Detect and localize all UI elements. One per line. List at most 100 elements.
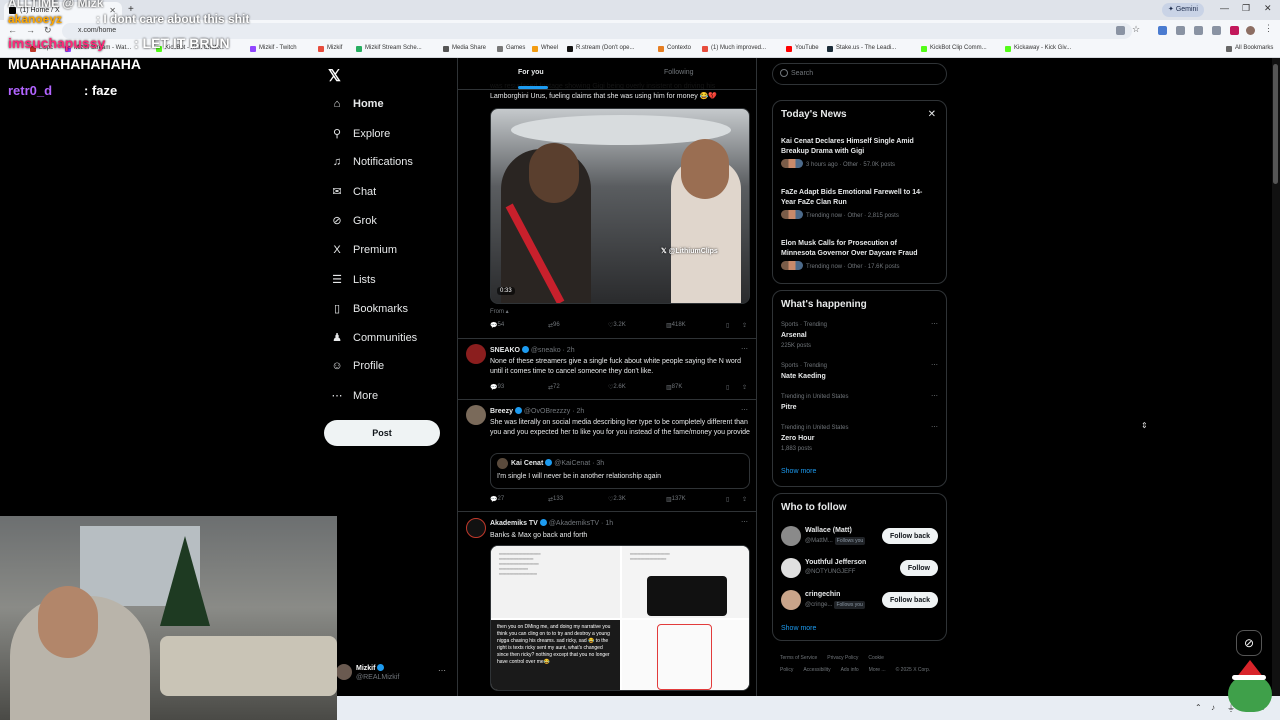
- author-name[interactable]: Akademiks TV: [490, 520, 538, 527]
- more-icon[interactable]: ⋯: [741, 345, 748, 353]
- footer-link[interactable]: More ...: [869, 667, 886, 673]
- all-bookmarks[interactable]: All Bookmarks: [1226, 45, 1273, 52]
- repost-button[interactable]: ⇄ 133: [548, 496, 563, 503]
- footer-link[interactable]: Accessibility: [803, 667, 830, 673]
- more-icon[interactable]: ⋯: [741, 406, 748, 414]
- author-name[interactable]: Breezy: [490, 408, 513, 415]
- more-icon[interactable]: ⋯: [741, 518, 748, 526]
- nav-item-chat[interactable]: ✉ Chat: [330, 185, 376, 207]
- nav-item-communities[interactable]: ♟ Communities: [330, 331, 417, 353]
- author-name[interactable]: SNEAKO: [490, 347, 520, 354]
- bookmark-item[interactable]: Kickaway - Kick Giv...: [1005, 45, 1071, 52]
- avatar[interactable]: [781, 558, 801, 578]
- nav-item-profile[interactable]: ☺ Profile: [330, 360, 384, 382]
- forward-icon[interactable]: →: [26, 25, 35, 35]
- share-icon[interactable]: ⇪: [742, 496, 747, 503]
- reply-button[interactable]: 💬 27: [490, 496, 504, 503]
- nav-item-explore[interactable]: ⚲ Explore: [330, 127, 390, 149]
- show-more-link[interactable]: Show more: [781, 625, 816, 632]
- avatar[interactable]: [466, 344, 486, 364]
- more-icon[interactable]: ⋯: [931, 361, 938, 369]
- tweet-image[interactable]: ━━━━━━━━━━━━━━━━━━━━━━━━━━━━━━━━━━━━━━━━…: [622, 546, 749, 618]
- nav-item-notifications[interactable]: ♫ Notifications: [330, 156, 413, 178]
- follow-button[interactable]: Follow back: [881, 592, 938, 608]
- like-button[interactable]: ♡ 2.6K: [608, 384, 626, 391]
- trend-name[interactable]: Pitre: [781, 404, 797, 411]
- trend-name[interactable]: Arsenal: [781, 332, 807, 339]
- like-button[interactable]: ♡ 2.3K: [608, 496, 626, 503]
- quote-tweet[interactable]: Kai Cenat @KaiCenat · 3h I'm single I wi…: [490, 453, 750, 489]
- repost-button[interactable]: ⇄ 72: [548, 384, 560, 391]
- views-button[interactable]: ▥ 87K: [666, 384, 682, 391]
- news-headline[interactable]: Kai Cenat Declares Himself Single Amid B…: [781, 137, 931, 157]
- views-button[interactable]: ▥ 137K: [666, 496, 686, 503]
- follow-button[interactable]: Follow back: [881, 528, 938, 544]
- footer-link[interactable]: Privacy Policy: [827, 655, 858, 661]
- nav-item-bookmarks[interactable]: ▯ Bookmarks: [330, 302, 408, 324]
- tab-following[interactable]: Following: [664, 69, 694, 76]
- avatar[interactable]: [466, 405, 486, 425]
- sidepanel-icon[interactable]: [1212, 26, 1221, 35]
- footer-link[interactable]: Terms of Service: [780, 655, 817, 661]
- views-button[interactable]: ▥ 418K: [666, 322, 686, 329]
- bookmark-item[interactable]: Media Share: [443, 45, 486, 52]
- browser-profile-avatar[interactable]: [1246, 26, 1255, 35]
- repost-button[interactable]: ⇄ 96: [548, 322, 560, 329]
- tab-for-you[interactable]: For you: [518, 69, 544, 76]
- extension-icon[interactable]: [1158, 26, 1167, 35]
- nav-item-premium[interactable]: X Premium: [330, 244, 397, 266]
- more-icon[interactable]: ⋯: [438, 666, 446, 675]
- close-icon[interactable]: ✕: [928, 109, 936, 120]
- reply-button[interactable]: 💬 93: [490, 384, 504, 391]
- mic-icon[interactable]: ♪: [1211, 703, 1215, 712]
- post-button[interactable]: Post: [324, 420, 440, 446]
- gemini-button[interactable]: ✦ Gemini: [1162, 3, 1204, 17]
- download-icon[interactable]: [1194, 26, 1203, 35]
- avatar[interactable]: [781, 590, 801, 610]
- bookmark-item[interactable]: (1) Much improved...: [702, 45, 766, 52]
- minimize-icon[interactable]: —: [1220, 3, 1229, 13]
- bookmark-item[interactable]: Mizkif - Twitch: [250, 45, 297, 52]
- bookmark-item[interactable]: YouTube: [786, 45, 819, 52]
- footer-link[interactable]: © 2025 X Corp.: [896, 667, 931, 673]
- trend-name[interactable]: Zero Hour: [781, 435, 814, 442]
- more-icon[interactable]: ⋯: [931, 423, 938, 431]
- grok-icon[interactable]: ⊘: [1236, 630, 1262, 656]
- bookmark-item[interactable]: R.stream (Don't ope...: [567, 45, 635, 52]
- bookmark-icon[interactable]: ▯: [726, 496, 729, 503]
- profile-extension-icon[interactable]: [1230, 26, 1239, 35]
- search-input[interactable]: Search: [772, 63, 947, 85]
- more-icon[interactable]: ⋯: [931, 320, 938, 328]
- avatar[interactable]: [466, 518, 486, 538]
- footer-link[interactable]: Ads info: [841, 667, 859, 673]
- share-icon[interactable]: ⇪: [742, 322, 747, 329]
- follow-suggestion-name[interactable]: Youthful Jefferson: [805, 559, 866, 566]
- back-icon[interactable]: ←: [8, 25, 17, 35]
- tweet-image[interactable]: then you on DMing me, and doing my narra…: [491, 620, 620, 690]
- account-switcher[interactable]: Mizkif @REALMizkif ⋯: [336, 662, 446, 688]
- bookmark-icon[interactable]: ▯: [726, 322, 729, 329]
- from-label[interactable]: From ▴: [490, 308, 509, 315]
- bookmark-icon[interactable]: ▯: [726, 384, 729, 391]
- avatar[interactable]: [781, 526, 801, 546]
- bookmark-item[interactable]: Stake.us - The Leadi...: [827, 45, 896, 52]
- show-more-link[interactable]: Show more: [781, 468, 816, 475]
- follow-suggestion-name[interactable]: Wallace (Matt): [805, 527, 852, 534]
- trend-name[interactable]: Nate Kaeding: [781, 373, 826, 380]
- scrollbar-thumb[interactable]: [1273, 64, 1278, 184]
- nav-item-more[interactable]: ⋯ More: [330, 389, 379, 411]
- tweet-image[interactable]: ━━━━━━━━━━━━━━━━━━━━━━━━━━━━━━━━━━━━━━━━…: [491, 546, 620, 618]
- bookmark-item[interactable]: KickBot Clip Comm...: [921, 45, 987, 52]
- star-icon[interactable]: ☆: [1132, 24, 1141, 34]
- more-icon[interactable]: ⋯: [931, 392, 938, 400]
- tweet-image[interactable]: [622, 620, 749, 690]
- follow-suggestion-name[interactable]: cringechin: [805, 591, 840, 598]
- news-headline[interactable]: Elon Musk Calls for Prosecution of Minne…: [781, 239, 931, 259]
- chevron-up-icon[interactable]: ⌃: [1195, 703, 1202, 712]
- browser-menu-icon[interactable]: ⋮: [1264, 23, 1273, 33]
- x-logo-icon[interactable]: 𝕏: [328, 66, 341, 86]
- like-button[interactable]: ♡ 3.2K: [608, 322, 626, 329]
- bookmark-item[interactable]: Mizkif Stream Sche...: [356, 45, 422, 52]
- tweet-video[interactable]: 𝕏 @LithiumClips 0:33: [490, 108, 750, 304]
- follow-button[interactable]: Follow: [899, 560, 938, 576]
